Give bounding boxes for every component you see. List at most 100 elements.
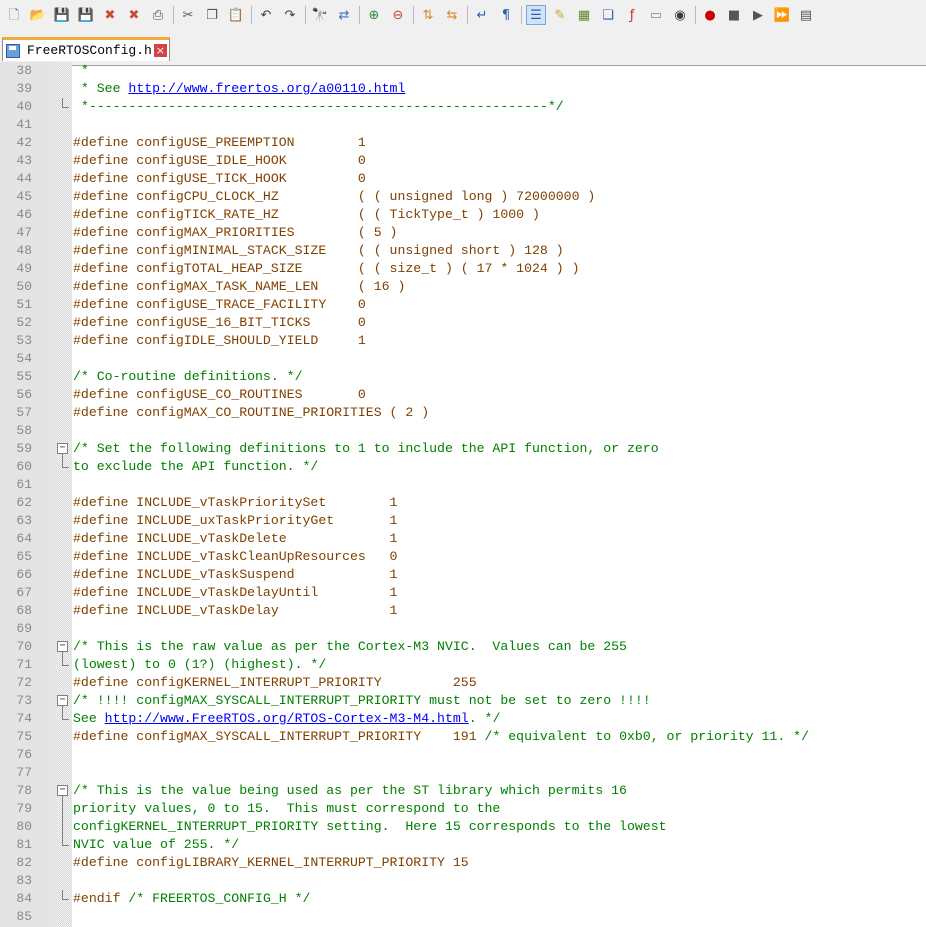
code-line[interactable]: 46 #define configTICK_RATE_HZ ( ( TickTyp… xyxy=(0,206,926,224)
code-line[interactable]: 39 * See http://www.freertos.org/a00110.… xyxy=(0,80,926,98)
code-line[interactable]: 60 to exclude the API function. */ xyxy=(0,458,926,476)
code-text: #define configIDLE_SHOULD_YIELD 1 xyxy=(73,332,366,350)
code-line[interactable]: 54 xyxy=(0,350,926,368)
code-line[interactable]: 67 #define INCLUDE_vTaskDelayUntil 1 xyxy=(0,584,926,602)
code-line[interactable]: 66 #define INCLUDE_vTaskSuspend 1 xyxy=(0,566,926,584)
code-line[interactable]: 41 xyxy=(0,116,926,134)
record-macro-icon[interactable]: ● xyxy=(700,5,720,25)
code-line[interactable]: 50 #define configMAX_TASK_NAME_LEN ( 16 ) xyxy=(0,278,926,296)
code-line[interactable]: 42 #define configUSE_PREEMPTION 1 xyxy=(0,134,926,152)
line-number: 71 xyxy=(16,657,32,672)
code-line[interactable]: 48 #define configMINIMAL_STACK_SIZE ( ( u… xyxy=(0,242,926,260)
code-line[interactable]: 76 xyxy=(0,746,926,764)
code-line[interactable]: 52 #define configUSE_16_BIT_TICKS 0 xyxy=(0,314,926,332)
sync-vertical-icon[interactable]: ⇅ xyxy=(418,5,438,25)
language-icon[interactable]: ✎ xyxy=(550,5,570,25)
replace-icon[interactable]: ⇄ xyxy=(334,5,354,25)
code-text: #define configCPU_CLOCK_HZ ( ( unsigned … xyxy=(73,188,595,206)
zoom-in-icon[interactable]: ⊕ xyxy=(364,5,384,25)
url-link[interactable]: http://www.freertos.org/a00110.html xyxy=(128,81,405,96)
code-line[interactable]: 59 /* Set the following definitions to 1 … xyxy=(0,440,926,458)
code-line[interactable]: 58 xyxy=(0,422,926,440)
code-line[interactable]: 53 #define configIDLE_SHOULD_YIELD 1 xyxy=(0,332,926,350)
code-line[interactable]: 81 NVIC value of 255. */ xyxy=(0,836,926,854)
code-line[interactable]: 49 #define configTOTAL_HEAP_SIZE ( ( size… xyxy=(0,260,926,278)
copy-icon[interactable]: ❐ xyxy=(202,5,222,25)
code-line[interactable]: 68 #define INCLUDE_vTaskDelay 1 xyxy=(0,602,926,620)
document-map-icon[interactable]: ▦ xyxy=(574,5,594,25)
comment-text: (lowest) to 0 (1?) (highest). */ xyxy=(73,657,327,672)
code-line[interactable]: 73 /* !!!! configMAX_SYSCALL_INTERRUPT_PR… xyxy=(0,692,926,710)
close-all-icon[interactable]: ✖ xyxy=(124,5,144,25)
save-macro-icon[interactable]: ▤ xyxy=(796,5,816,25)
code-text: #define configUSE_TICK_HOOK 0 xyxy=(73,170,366,188)
line-number: 72 xyxy=(16,675,32,690)
code-line[interactable]: 44 #define configUSE_TICK_HOOK 0 xyxy=(0,170,926,188)
line-number: 70 xyxy=(16,639,32,654)
code-line[interactable]: 74 See http://www.FreeRTOS.org/RTOS-Corte… xyxy=(0,710,926,728)
new-file-icon[interactable]: 🗋 xyxy=(4,5,24,25)
code-line[interactable]: 64 #define INCLUDE_vTaskDelete 1 xyxy=(0,530,926,548)
tab-close-icon[interactable]: × xyxy=(153,44,167,57)
code-line[interactable]: 38 * xyxy=(0,62,926,80)
find-icon[interactable]: 🔭 xyxy=(310,5,330,25)
code-line[interactable]: 82 #define configLIBRARY_KERNEL_INTERRUPT… xyxy=(0,854,926,872)
toolbar-separator xyxy=(413,6,414,24)
code-line[interactable]: 71 (lowest) to 0 (1?) (highest). */ xyxy=(0,656,926,674)
code-line[interactable]: 40 *------------------------------------… xyxy=(0,98,926,116)
url-link[interactable]: http://www.FreeRTOS.org/RTOS-Cortex-M3-M… xyxy=(105,711,469,726)
code-line[interactable]: 63 #define INCLUDE_uxTaskPriorityGet 1 xyxy=(0,512,926,530)
code-line[interactable]: 45 #define configCPU_CLOCK_HZ ( ( unsigne… xyxy=(0,188,926,206)
paste-icon[interactable]: 📋 xyxy=(226,5,246,25)
line-number: 51 xyxy=(16,297,32,312)
code-line[interactable]: 72 #define configKERNEL_INTERRUPT_PRIORIT… xyxy=(0,674,926,692)
play-macro-icon[interactable]: ▶ xyxy=(748,5,768,25)
code-line[interactable]: 85 xyxy=(0,908,926,926)
cut-icon[interactable]: ✂ xyxy=(178,5,198,25)
stop-macro-icon[interactable]: ■ xyxy=(724,5,744,25)
code-line[interactable]: 77 xyxy=(0,764,926,782)
fold-toggle-icon[interactable]: − xyxy=(57,443,68,454)
code-line[interactable]: 62 #define INCLUDE_vTaskPrioritySet 1 xyxy=(0,494,926,512)
code-line[interactable]: 61 xyxy=(0,476,926,494)
code-editor[interactable]: 38 * 39 * See http://www.freertos.org/a00… xyxy=(0,62,926,927)
save-all-icon[interactable]: 💾 xyxy=(76,5,96,25)
indent-guide-icon[interactable]: ☰ xyxy=(526,5,546,25)
code-line[interactable]: 70 /* This is the raw value as per the Co… xyxy=(0,638,926,656)
tab-freertosconfig[interactable]: FreeRTOSConfig.h × xyxy=(2,37,170,61)
fold-toggle-icon[interactable]: − xyxy=(57,641,68,652)
run-macro-multiple-icon[interactable]: ⏩ xyxy=(772,5,792,25)
function-list-icon[interactable]: ƒ xyxy=(622,5,642,25)
code-line[interactable]: 43 #define configUSE_IDLE_HOOK 0 xyxy=(0,152,926,170)
monitoring-icon[interactable]: ◉ xyxy=(670,5,690,25)
print-icon[interactable]: ⎙ xyxy=(148,5,168,25)
word-wrap-icon[interactable]: ↵ xyxy=(472,5,492,25)
undo-icon[interactable]: ↶ xyxy=(256,5,276,25)
document-list-icon[interactable]: ❏ xyxy=(598,5,618,25)
code-line[interactable]: 80 configKERNEL_INTERRUPT_PRIORITY settin… xyxy=(0,818,926,836)
code-line[interactable]: 79 priority values, 0 to 15. This must co… xyxy=(0,800,926,818)
open-file-icon[interactable]: 📂 xyxy=(28,5,48,25)
code-line[interactable]: 84 #endif /* FREERTOS_CONFIG_H */ xyxy=(0,890,926,908)
code-line[interactable]: 57 #define configMAX_CO_ROUTINE_PRIORITIE… xyxy=(0,404,926,422)
code-line[interactable]: 65 #define INCLUDE_vTaskCleanUpResources … xyxy=(0,548,926,566)
close-icon[interactable]: ✖ xyxy=(100,5,120,25)
fold-toggle-icon[interactable]: − xyxy=(57,785,68,796)
code-line[interactable]: 78 /* This is the value being used as per… xyxy=(0,782,926,800)
code-line[interactable]: 69 xyxy=(0,620,926,638)
code-line[interactable]: 47 #define configMAX_PRIORITIES ( 5 ) xyxy=(0,224,926,242)
zoom-out-icon[interactable]: ⊖ xyxy=(388,5,408,25)
fold-toggle-icon[interactable]: − xyxy=(57,695,68,706)
save-icon[interactable]: 💾 xyxy=(52,5,72,25)
line-number: 56 xyxy=(16,387,32,402)
folder-workspace-icon[interactable]: ▭ xyxy=(646,5,666,25)
code-line[interactable]: 55 /* Co-routine definitions. */ xyxy=(0,368,926,386)
show-all-chars-icon[interactable]: ¶ xyxy=(496,5,516,25)
code-line[interactable]: 83 xyxy=(0,872,926,890)
code-line[interactable]: 56 #define configUSE_CO_ROUTINES 0 xyxy=(0,386,926,404)
redo-icon[interactable]: ↷ xyxy=(280,5,300,25)
code-line[interactable]: 75 #define configMAX_SYSCALL_INTERRUPT_PR… xyxy=(0,728,926,746)
line-number: 62 xyxy=(16,495,32,510)
sync-horizontal-icon[interactable]: ⇆ xyxy=(442,5,462,25)
code-line[interactable]: 51 #define configUSE_TRACE_FACILITY 0 xyxy=(0,296,926,314)
